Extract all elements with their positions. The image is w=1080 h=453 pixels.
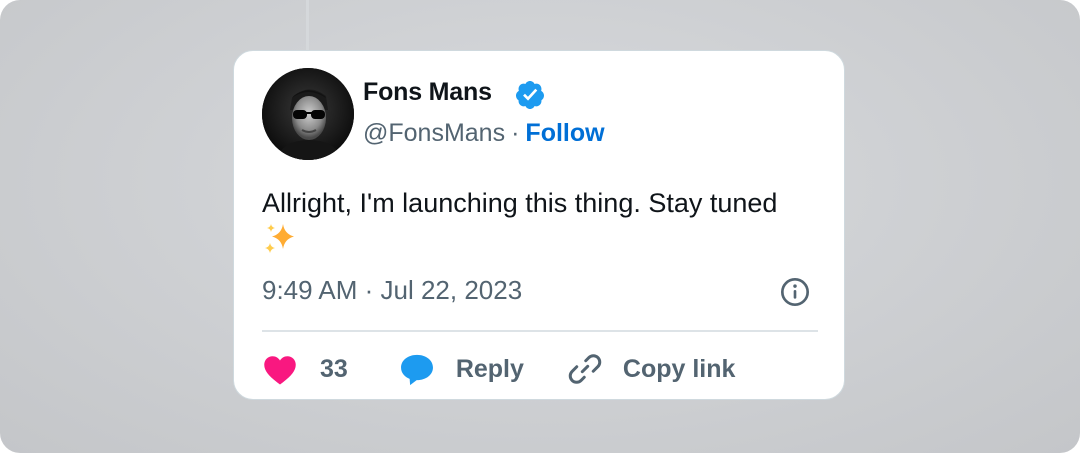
heart-icon <box>264 356 296 385</box>
tweet-card: Fons Mans @FonsMans · Follow Allright, I'm… <box>233 50 845 400</box>
author-name[interactable]: Fons Mans <box>363 78 492 107</box>
verified-badge-icon <box>515 81 544 109</box>
divider <box>262 330 818 332</box>
handle-row: @FonsMans · Follow <box>363 119 605 148</box>
copy-link-button[interactable]: Copy link <box>567 351 736 387</box>
action-bar: 33 Reply Copy link <box>262 347 735 391</box>
follow-link[interactable]: Follow <box>525 119 604 147</box>
link-icon <box>568 354 602 384</box>
screenshot-background: Fons Mans @FonsMans · Follow Allright, I'm… <box>0 0 1080 453</box>
copy-link-label: Copy link <box>622 354 736 383</box>
author-handle[interactable]: @FonsMans <box>363 119 505 147</box>
reply-label: Reply <box>455 354 524 383</box>
like-count: 33 <box>320 354 348 383</box>
avatar-image <box>262 68 354 160</box>
info-icon[interactable] <box>779 276 811 308</box>
avatar[interactable] <box>262 68 354 160</box>
handle-separator: · <box>511 119 520 147</box>
reply-button[interactable]: Reply <box>398 351 524 387</box>
like-button[interactable]: 33 <box>262 352 348 386</box>
speech-bubble-icon <box>400 354 433 386</box>
sparkles-emoji: ✨ <box>265 224 294 253</box>
tweet-timestamp[interactable]: 9:49 AM · Jul 22, 2023 <box>262 275 522 306</box>
tweet-text: Allright, I'm launching this thing. Stay… <box>262 188 778 218</box>
